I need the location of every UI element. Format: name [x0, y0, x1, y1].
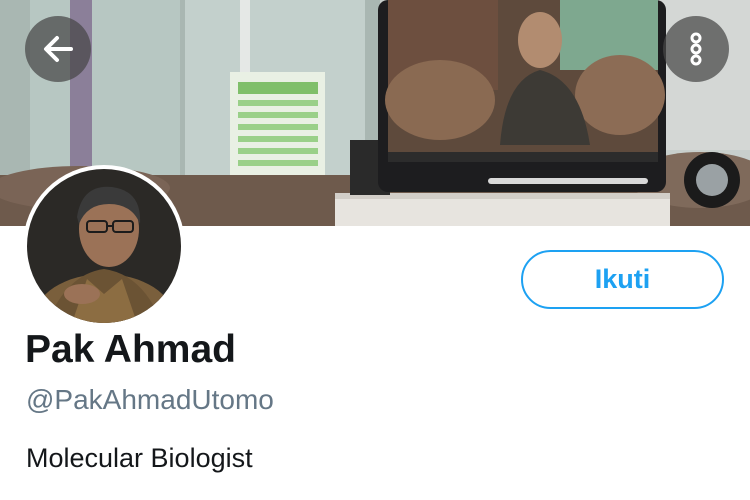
follow-button[interactable]: Ikuti [521, 250, 724, 309]
avatar-photo [27, 169, 181, 323]
more-vertical-icon [690, 32, 702, 66]
back-button[interactable] [25, 16, 91, 82]
profile-avatar[interactable] [23, 165, 185, 327]
profile-handle: @PakAhmadUtomo [26, 384, 274, 415]
profile-bio: Molecular Biologist [26, 443, 253, 473]
profile-name: Pak Ahmad [25, 328, 236, 371]
more-options-button[interactable] [663, 16, 729, 82]
arrow-left-icon [44, 36, 73, 62]
